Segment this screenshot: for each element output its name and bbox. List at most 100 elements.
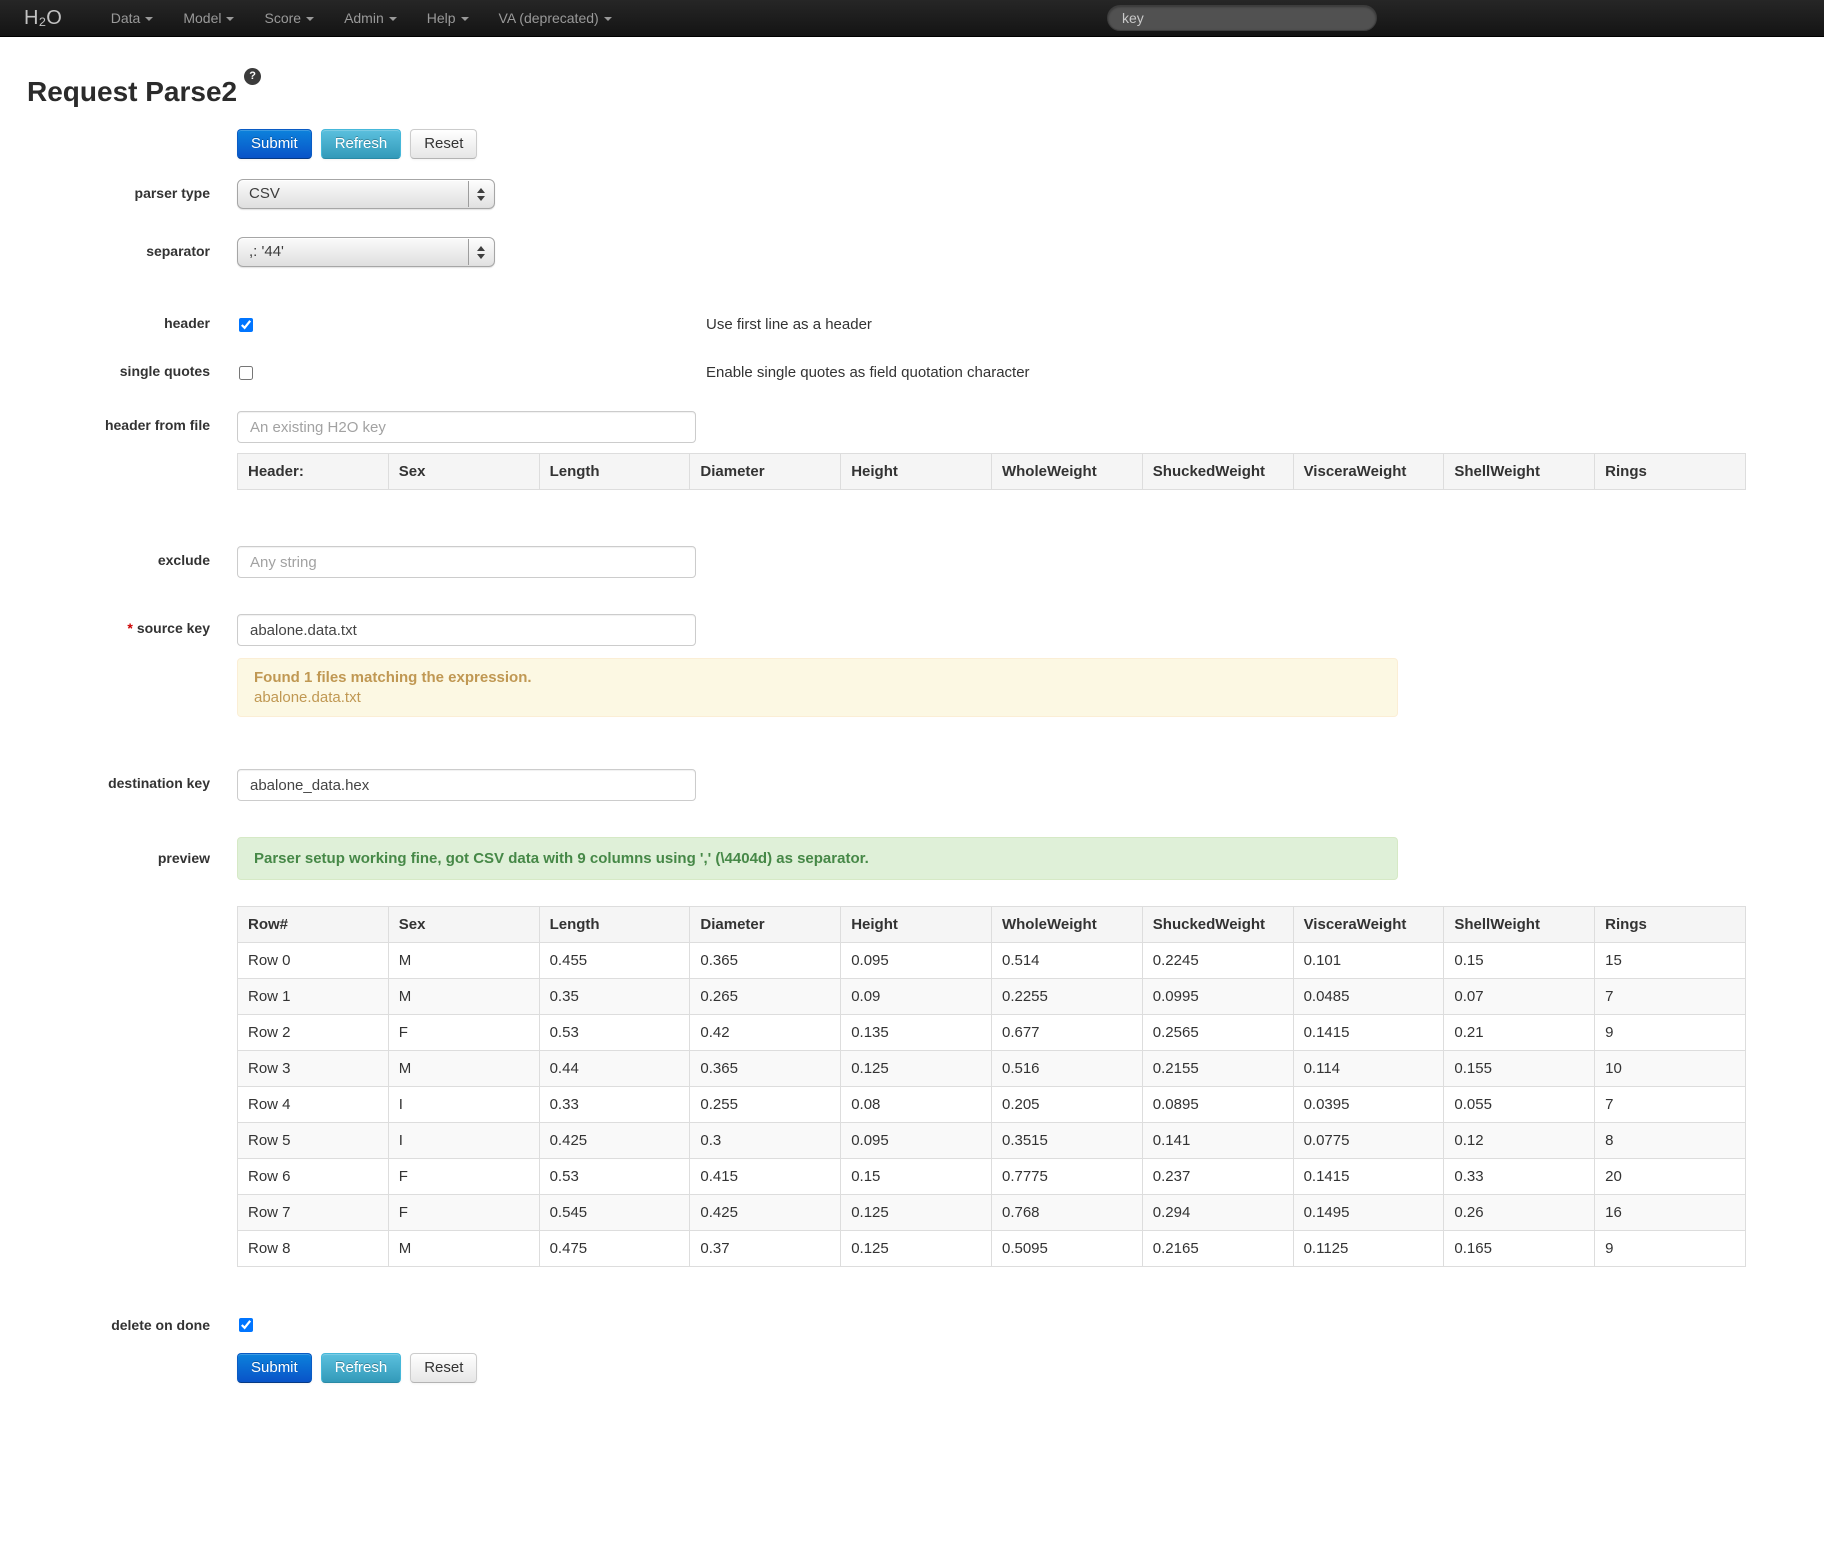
table-row: Row 2F0.530.420.1350.6770.25650.14150.21… <box>238 1015 1746 1051</box>
chevron-down-icon <box>389 17 397 21</box>
form-row-separator: separator ,: '44' <box>27 237 1784 267</box>
column-header: ShellWeight <box>1444 907 1595 943</box>
file-match-alert: Found 1 files matching the expression. a… <box>237 658 1398 717</box>
help-icon[interactable]: ? <box>244 68 261 85</box>
delete-on-done-label: delete on done <box>27 1317 210 1333</box>
h2o-logo[interactable]: H₂O <box>24 7 62 30</box>
table-row: Row 4I0.330.2550.080.2050.08950.03950.05… <box>238 1087 1746 1123</box>
form-row-header: header Use first line as a header <box>27 315 1784 333</box>
table-row: Row 0M0.4550.3650.0950.5140.22450.1010.1… <box>238 943 1746 979</box>
table-cell: 0.516 <box>991 1051 1142 1087</box>
table-cell: 0.294 <box>1142 1195 1293 1231</box>
table-row: Row 5I0.4250.30.0950.35150.1410.07750.12… <box>238 1123 1746 1159</box>
table-cell: 0.0995 <box>1142 979 1293 1015</box>
nav-item-data[interactable]: Data <box>96 0 169 36</box>
table-cell: 0.768 <box>991 1195 1142 1231</box>
destination-key-label: destination key <box>27 769 210 791</box>
nav-item-label: Help <box>427 10 456 26</box>
header-from-file-label: header from file <box>27 411 210 433</box>
column-header: ShuckedWeight <box>1142 907 1293 943</box>
table-cell: 0.42 <box>690 1015 841 1051</box>
table-cell: 0.1415 <box>1293 1159 1444 1195</box>
exclude-input[interactable] <box>237 546 696 578</box>
nav-item-label: Score <box>264 10 301 26</box>
chevron-down-icon <box>306 17 314 21</box>
table-cell: Row 0 <box>238 943 389 979</box>
form-row-parser-type: parser type CSV <box>27 179 1784 209</box>
table-cell: 0.125 <box>841 1231 992 1267</box>
separator-select[interactable]: ,: '44' <box>237 237 495 267</box>
refresh-button[interactable]: Refresh <box>321 1353 402 1383</box>
preview-status-alert: Parser setup working fine, got CSV data … <box>237 837 1398 880</box>
table-cell: Row 8 <box>238 1231 389 1267</box>
table-cell: 0.365 <box>690 943 841 979</box>
table-cell: 0.1125 <box>1293 1231 1444 1267</box>
table-cell: 0.155 <box>1444 1051 1595 1087</box>
delete-on-done-checkbox[interactable] <box>239 1318 253 1332</box>
nav-item-model[interactable]: Model <box>168 0 249 36</box>
nav-menu: Data Model Score Admin Help VA (deprecat… <box>96 0 627 36</box>
reset-button[interactable]: Reset <box>410 129 477 159</box>
column-header: Height <box>841 907 992 943</box>
destination-key-input[interactable] <box>237 769 696 801</box>
navbar: H₂O Data Model Score Admin Help VA (depr… <box>0 0 1824 37</box>
header-help-text: Use first line as a header <box>706 316 872 333</box>
table-cell: 0.2565 <box>1142 1015 1293 1051</box>
column-header: VisceraWeight <box>1293 907 1444 943</box>
parser-type-select[interactable]: CSV <box>237 179 495 209</box>
table-cell: 0.5095 <box>991 1231 1142 1267</box>
chevron-down-icon <box>604 17 612 21</box>
nav-item-admin[interactable]: Admin <box>329 0 412 36</box>
table-cell: Row 6 <box>238 1159 389 1195</box>
column-header: Row# <box>238 907 389 943</box>
nav-item-score[interactable]: Score <box>249 0 329 36</box>
header-checkbox[interactable] <box>239 318 253 332</box>
table-cell: 7 <box>1595 1087 1746 1123</box>
exclude-label: exclude <box>27 546 210 568</box>
table-cell: 0.095 <box>841 943 992 979</box>
header-from-file-input[interactable] <box>237 411 696 443</box>
table-cell: 0.514 <box>991 943 1142 979</box>
table-cell: 0.26 <box>1444 1195 1595 1231</box>
separator-value: ,: '44' <box>238 238 494 266</box>
table-cell: 0.475 <box>539 1231 690 1267</box>
table-cell: Row 7 <box>238 1195 389 1231</box>
page-title-text: Request Parse2 <box>27 76 237 107</box>
table-cell: 0.125 <box>841 1195 992 1231</box>
refresh-button[interactable]: Refresh <box>321 129 402 159</box>
table-cell: 0.095 <box>841 1123 992 1159</box>
form-row-exclude: exclude <box>27 546 1784 578</box>
table-cell: 16 <box>1595 1195 1746 1231</box>
submit-button[interactable]: Submit <box>237 1353 312 1383</box>
submit-button[interactable]: Submit <box>237 129 312 159</box>
table-cell: 0.0395 <box>1293 1087 1444 1123</box>
column-header: Length <box>539 907 690 943</box>
table-cell: 0.2245 <box>1142 943 1293 979</box>
column-header: WholeWeight <box>991 454 1142 490</box>
table-cell: 0.1495 <box>1293 1195 1444 1231</box>
chevron-down-icon <box>461 17 469 21</box>
preview-table: Row#SexLengthDiameterHeightWholeWeightSh… <box>237 906 1746 1267</box>
form-row-source-key: *source key Found 1 files matching the e… <box>27 614 1784 717</box>
table-cell: 0.2165 <box>1142 1231 1293 1267</box>
column-header: Diameter <box>690 907 841 943</box>
table-cell: 0.21 <box>1444 1015 1595 1051</box>
table-cell: 9 <box>1595 1231 1746 1267</box>
nav-item-va-deprecated[interactable]: VA (deprecated) <box>484 0 627 36</box>
table-header-row: Row#SexLengthDiameterHeightWholeWeightSh… <box>238 907 1746 943</box>
table-cell: 0.265 <box>690 979 841 1015</box>
column-header: Length <box>539 454 690 490</box>
nav-item-help[interactable]: Help <box>412 0 484 36</box>
table-cell: 0.7775 <box>991 1159 1142 1195</box>
single-quotes-checkbox[interactable] <box>239 366 253 380</box>
preview-label: preview <box>27 837 210 866</box>
table-cell: 0.545 <box>539 1195 690 1231</box>
search-input[interactable] <box>1107 5 1377 31</box>
table-cell: 0.1415 <box>1293 1015 1444 1051</box>
file-match-alert-title: Found 1 files matching the expression. <box>254 669 1381 686</box>
table-cell: Row 1 <box>238 979 389 1015</box>
source-key-input[interactable] <box>237 614 696 646</box>
reset-button[interactable]: Reset <box>410 1353 477 1383</box>
page-title: Request Parse2? <box>27 75 1784 109</box>
table-cell: I <box>388 1087 539 1123</box>
